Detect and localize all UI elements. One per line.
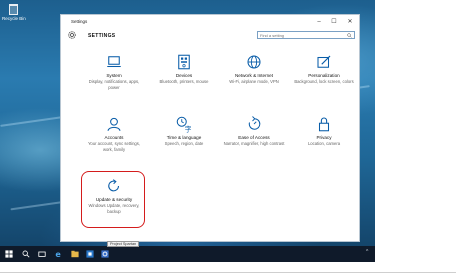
windows-start-icon[interactable] — [5, 250, 13, 258]
title-bar[interactable]: Settings – ☐ ✕ — [61, 15, 359, 29]
ease-of-access-icon — [248, 116, 261, 130]
tile-description: Display, notifications, apps, power — [88, 79, 140, 90]
search-icon[interactable] — [347, 33, 352, 38]
pen-icon — [317, 55, 331, 68]
gear-icon — [68, 31, 76, 39]
tile-privacy[interactable]: Privacy Location, camera — [289, 113, 359, 173]
close-button[interactable]: ✕ — [344, 18, 356, 26]
search-icon[interactable] — [22, 250, 30, 258]
page-title: SETTINGS — [88, 33, 116, 39]
search-input[interactable] — [260, 32, 340, 38]
tile-description: Wi-Fi, airplane mode, VPN — [229, 79, 279, 84]
desktop: Recycle Bin Settings – ☐ ✕ SETTINGS Find… — [0, 0, 375, 262]
laptop-icon — [107, 56, 121, 68]
svg-text:e: e — [55, 250, 61, 258]
edge-browser-icon[interactable]: e — [55, 250, 63, 258]
system-tray-chevron-icon[interactable]: ^ — [366, 249, 368, 255]
time-language-icon: 字 — [176, 116, 192, 134]
taskbar-tooltip: Project Spartan — [107, 241, 140, 247]
globe-icon — [247, 55, 261, 69]
tile-personalization[interactable]: Personalization Background, lock screen,… — [289, 51, 359, 111]
recycle-bin[interactable]: Recycle Bin — [2, 4, 26, 22]
search-box[interactable] — [257, 31, 355, 39]
tile-description: Background, lock screen, colors — [294, 79, 354, 84]
screenshot: Recycle Bin Settings – ☐ ✕ SETTINGS Find… — [0, 0, 456, 277]
settings-header: SETTINGS — [61, 29, 359, 45]
window-title: Settings — [71, 19, 88, 24]
tile-description: Narrator, magnifier, high contrast — [223, 141, 285, 146]
tile-network[interactable]: Network & Internet Wi-Fi, airplane mode,… — [219, 51, 289, 111]
recycle-bin-label: Recycle Bin — [2, 16, 26, 21]
tile-devices[interactable]: Devices Bluetooth, printers, mouse — [149, 51, 219, 111]
store-icon[interactable] — [86, 250, 94, 258]
tile-ease-of-access[interactable]: Ease of Access Narrator, magnifier, high… — [219, 113, 289, 173]
tile-description: Bluetooth, printers, mouse — [159, 79, 209, 84]
highlight-circle — [81, 171, 145, 228]
tile-description: Your account, sync settings, work, famil… — [88, 141, 140, 152]
svg-text:字: 字 — [185, 125, 192, 134]
tile-description: Location, camera — [307, 141, 341, 146]
person-icon — [107, 117, 121, 131]
settings-app-icon[interactable] — [101, 250, 109, 258]
tile-time-language[interactable]: 字 Time & language Speech, region, date — [149, 113, 219, 173]
minimize-button[interactable]: – — [313, 18, 325, 26]
keyboard-icon — [178, 54, 190, 70]
lock-icon — [318, 117, 330, 132]
tile-description: Speech, region, date — [164, 141, 204, 146]
taskbar: e ^ — [0, 246, 375, 262]
recycle-bin-icon — [8, 4, 18, 15]
file-explorer-icon[interactable] — [71, 250, 79, 258]
task-view-icon[interactable] — [38, 250, 46, 258]
tile-accounts[interactable]: Accounts Your account, sync settings, wo… — [79, 113, 149, 173]
tile-system[interactable]: System Display, notifications, apps, pow… — [79, 51, 149, 111]
divider — [0, 272, 456, 273]
maximize-button[interactable]: ☐ — [328, 18, 340, 26]
